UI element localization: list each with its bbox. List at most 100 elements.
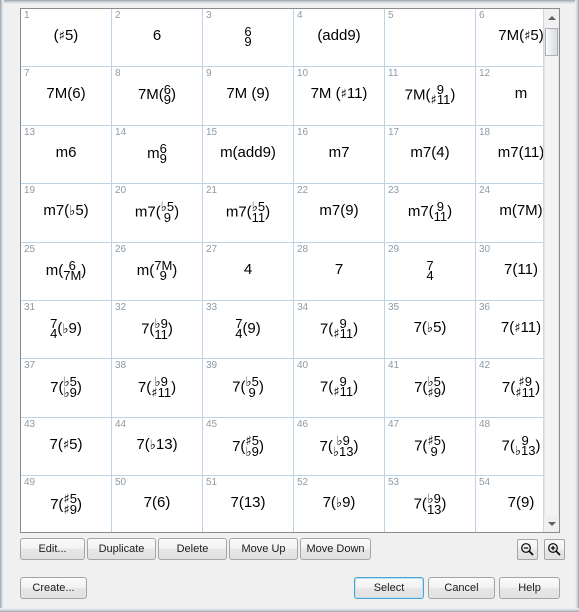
chord-cell-symbol: m(add9) — [220, 143, 276, 161]
chord-cell-15[interactable]: 15 m(add9) — [202, 125, 294, 185]
chord-cell-23[interactable]: 23 m7(9 11) — [384, 183, 476, 243]
chord-cell-49[interactable]: 49 7(♯5 ♯9) — [21, 475, 112, 532]
chord-cell-number: 30 — [479, 243, 491, 255]
chord-cell-symbol: 7 4 (9) — [235, 315, 261, 341]
duplicate-button[interactable]: Duplicate — [87, 538, 156, 560]
scrollbar-track[interactable] — [544, 26, 559, 515]
chord-cell-number: 25 — [24, 243, 36, 255]
chord-cell-46[interactable]: 46 7(♭9 ♭13) — [293, 417, 385, 477]
zoom-in-icon — [548, 543, 561, 556]
chord-cell-19[interactable]: 19 m7(♭5) — [21, 183, 112, 243]
chord-cell-number: 6 — [479, 10, 485, 21]
vertical-scrollbar[interactable] — [543, 9, 559, 532]
chord-cell-32[interactable]: 32 7(♭9 11) — [111, 300, 203, 360]
chord-cell-25[interactable]: 25 m(6 7M) — [21, 242, 112, 301]
chord-cell-number: 45 — [206, 418, 218, 430]
chord-cell-symbol: 7(♯5) — [49, 435, 83, 453]
chord-cell-4[interactable]: 4 (add9) — [293, 9, 385, 68]
chord-cell-38[interactable]: 38 7(♭9 ♯11) — [111, 358, 203, 418]
chord-cell-number: 47 — [388, 418, 400, 430]
chord-cell-9[interactable]: 9 7M (9) — [202, 66, 294, 126]
move-up-button[interactable]: Move Up — [229, 538, 298, 560]
chord-cell-symbol: 7(♭13) — [136, 435, 178, 453]
chord-cell-44[interactable]: 44 7(♭13) — [111, 417, 203, 477]
chord-cell-number: 44 — [115, 418, 127, 430]
chord-cell-13[interactable]: 13 m6 — [21, 125, 112, 185]
chord-cell-7[interactable]: 7 7M(6) — [21, 66, 112, 126]
chord-cell-5[interactable]: 5 7M — [384, 9, 476, 68]
chord-cell-50[interactable]: 50 7(6) — [111, 475, 203, 532]
chord-cell-31[interactable]: 31 7 4 (♭9) — [21, 300, 112, 360]
scroll-down-button[interactable] — [544, 515, 559, 532]
chord-cell-number: 16 — [297, 126, 309, 138]
chord-cell-10[interactable]: 10 7M (♯11) — [293, 66, 385, 126]
chord-cell-number: 35 — [388, 301, 400, 313]
chord-cell-2[interactable]: 26 — [111, 9, 203, 68]
chord-cell-33[interactable]: 33 7 4 (9) — [202, 300, 294, 360]
chord-cell-40[interactable]: 40 7(9 ♯11) — [293, 358, 385, 418]
chord-grid-scroll-area[interactable]: 1 (♯5) 2 6 3 6 9 4 (add9) 5 7M 6 7M(♯5) 7 7M(6) 8 7M(6 9)… — [21, 9, 544, 532]
chord-cell-number: 13 — [24, 126, 36, 138]
chord-cell-symbol: m69 — [147, 140, 167, 166]
chord-cell-28[interactable]: 28 7 — [293, 242, 385, 301]
move-down-button[interactable]: Move Down — [300, 538, 371, 560]
cancel-button[interactable]: Cancel — [428, 577, 495, 599]
chord-cell-24[interactable]: 24 m(7M) — [475, 183, 544, 243]
chord-cell-8[interactable]: 8 7M(6 9) — [111, 66, 203, 126]
chord-cell-16[interactable]: 16 m7 — [293, 125, 385, 185]
chord-cell-number: 10 — [297, 68, 309, 80]
chord-cell-35[interactable]: 35 7(♭5) — [384, 300, 476, 360]
chord-cell-27[interactable]: 27 4 — [202, 242, 294, 301]
chord-cell-41[interactable]: 41 7(♭5 ♯9) — [384, 358, 476, 418]
chord-cell-37[interactable]: 37 7(♭5 ♭9) — [21, 358, 112, 418]
chord-cell-52[interactable]: 52 7(♭9) — [293, 475, 385, 532]
chord-cell-29[interactable]: 29 7 4 — [384, 242, 476, 301]
chord-cell-symbol: 7M(6) — [46, 85, 86, 103]
chord-cell-36[interactable]: 36 7(♯11) — [475, 300, 544, 360]
chord-cell-symbol: 7(♭9 13) — [413, 491, 447, 518]
edit-button[interactable]: Edit... — [20, 538, 85, 560]
chord-cell-54[interactable]: 54 7(9) — [475, 475, 544, 532]
chord-cell-21[interactable]: 21 m7(♭5 11) — [202, 183, 294, 243]
chord-cell-39[interactable]: 39 7(♭5 9) — [202, 358, 294, 418]
scroll-up-button[interactable] — [544, 9, 559, 26]
chord-cell-number: 41 — [388, 360, 400, 372]
chord-cell-47[interactable]: 47 7(♯5 9) — [384, 417, 476, 477]
chord-cell-17[interactable]: 17 m7(4) — [384, 125, 476, 185]
chord-cell-number: 5 — [388, 10, 394, 21]
chord-cell-symbol: 7M(♯5) — [498, 27, 544, 44]
chord-cell-45[interactable]: 45 7(♯5 ♭9) — [202, 417, 294, 477]
chord-cell-symbol: 7(♯5 ♭9) — [232, 432, 264, 460]
chord-cell-3[interactable]: 3 69 — [202, 9, 294, 68]
chord-cell-6[interactable]: 6 7M(♯5) — [475, 9, 544, 68]
chord-cell-53[interactable]: 53 7(♭9 13) — [384, 475, 476, 532]
chord-cell-14[interactable]: 14 m 6 9 — [111, 125, 203, 185]
chord-cell-11[interactable]: 11 7M(9 ♯11) — [384, 66, 476, 126]
chord-cell-20[interactable]: 20 m7(♭5 9) — [111, 183, 203, 243]
create-button[interactable]: Create... — [20, 577, 87, 599]
grid-row: 13 m6 14 m 6 9 15 m(add9) 16 m7 17 m7(4) 18 m7(11) — [21, 125, 544, 185]
zoom-out-button[interactable] — [517, 539, 538, 560]
select-button[interactable]: Select — [354, 577, 424, 599]
chord-cell-number: 42 — [479, 360, 491, 372]
chord-cell-22[interactable]: 22 m7(9) — [293, 183, 385, 243]
chord-grid[interactable]: 1 (♯5) 2 6 3 6 9 4 (add9) 5 7M 6 7M(♯5) 7 7M(6) 8 7M(6 9)… — [21, 9, 544, 532]
scrollbar-thumb[interactable] — [545, 28, 558, 56]
chord-cell-18[interactable]: 18 m7(11) — [475, 125, 544, 185]
chord-cell-34[interactable]: 34 7(9 ♯11) — [293, 300, 385, 360]
chord-cell-number: 51 — [206, 477, 218, 489]
chord-cell-12[interactable]: 12 m — [475, 66, 544, 126]
chord-cell-43[interactable]: 43 7(♯5) — [21, 417, 112, 477]
chord-cell-symbol: 7M(6 9) — [137, 82, 177, 108]
zoom-in-button[interactable] — [544, 539, 565, 560]
chord-cell-51[interactable]: 51 7(13) — [202, 475, 294, 532]
chord-cell-1[interactable]: 1 (♯5) — [21, 9, 112, 68]
chord-cell-26[interactable]: 26 m(7M 9) — [111, 242, 203, 301]
chord-cell-symbol: m(6 7M) — [45, 257, 87, 283]
chord-cell-number: 19 — [24, 185, 36, 197]
chord-cell-30[interactable]: 30 7(11) — [475, 242, 544, 301]
chord-cell-48[interactable]: 48 7(9 ♭13) — [475, 417, 544, 477]
delete-button[interactable]: Delete — [158, 538, 227, 560]
chord-cell-42[interactable]: 42 7(♯9 ♯11) — [475, 358, 544, 418]
help-button[interactable]: Help — [499, 577, 560, 599]
